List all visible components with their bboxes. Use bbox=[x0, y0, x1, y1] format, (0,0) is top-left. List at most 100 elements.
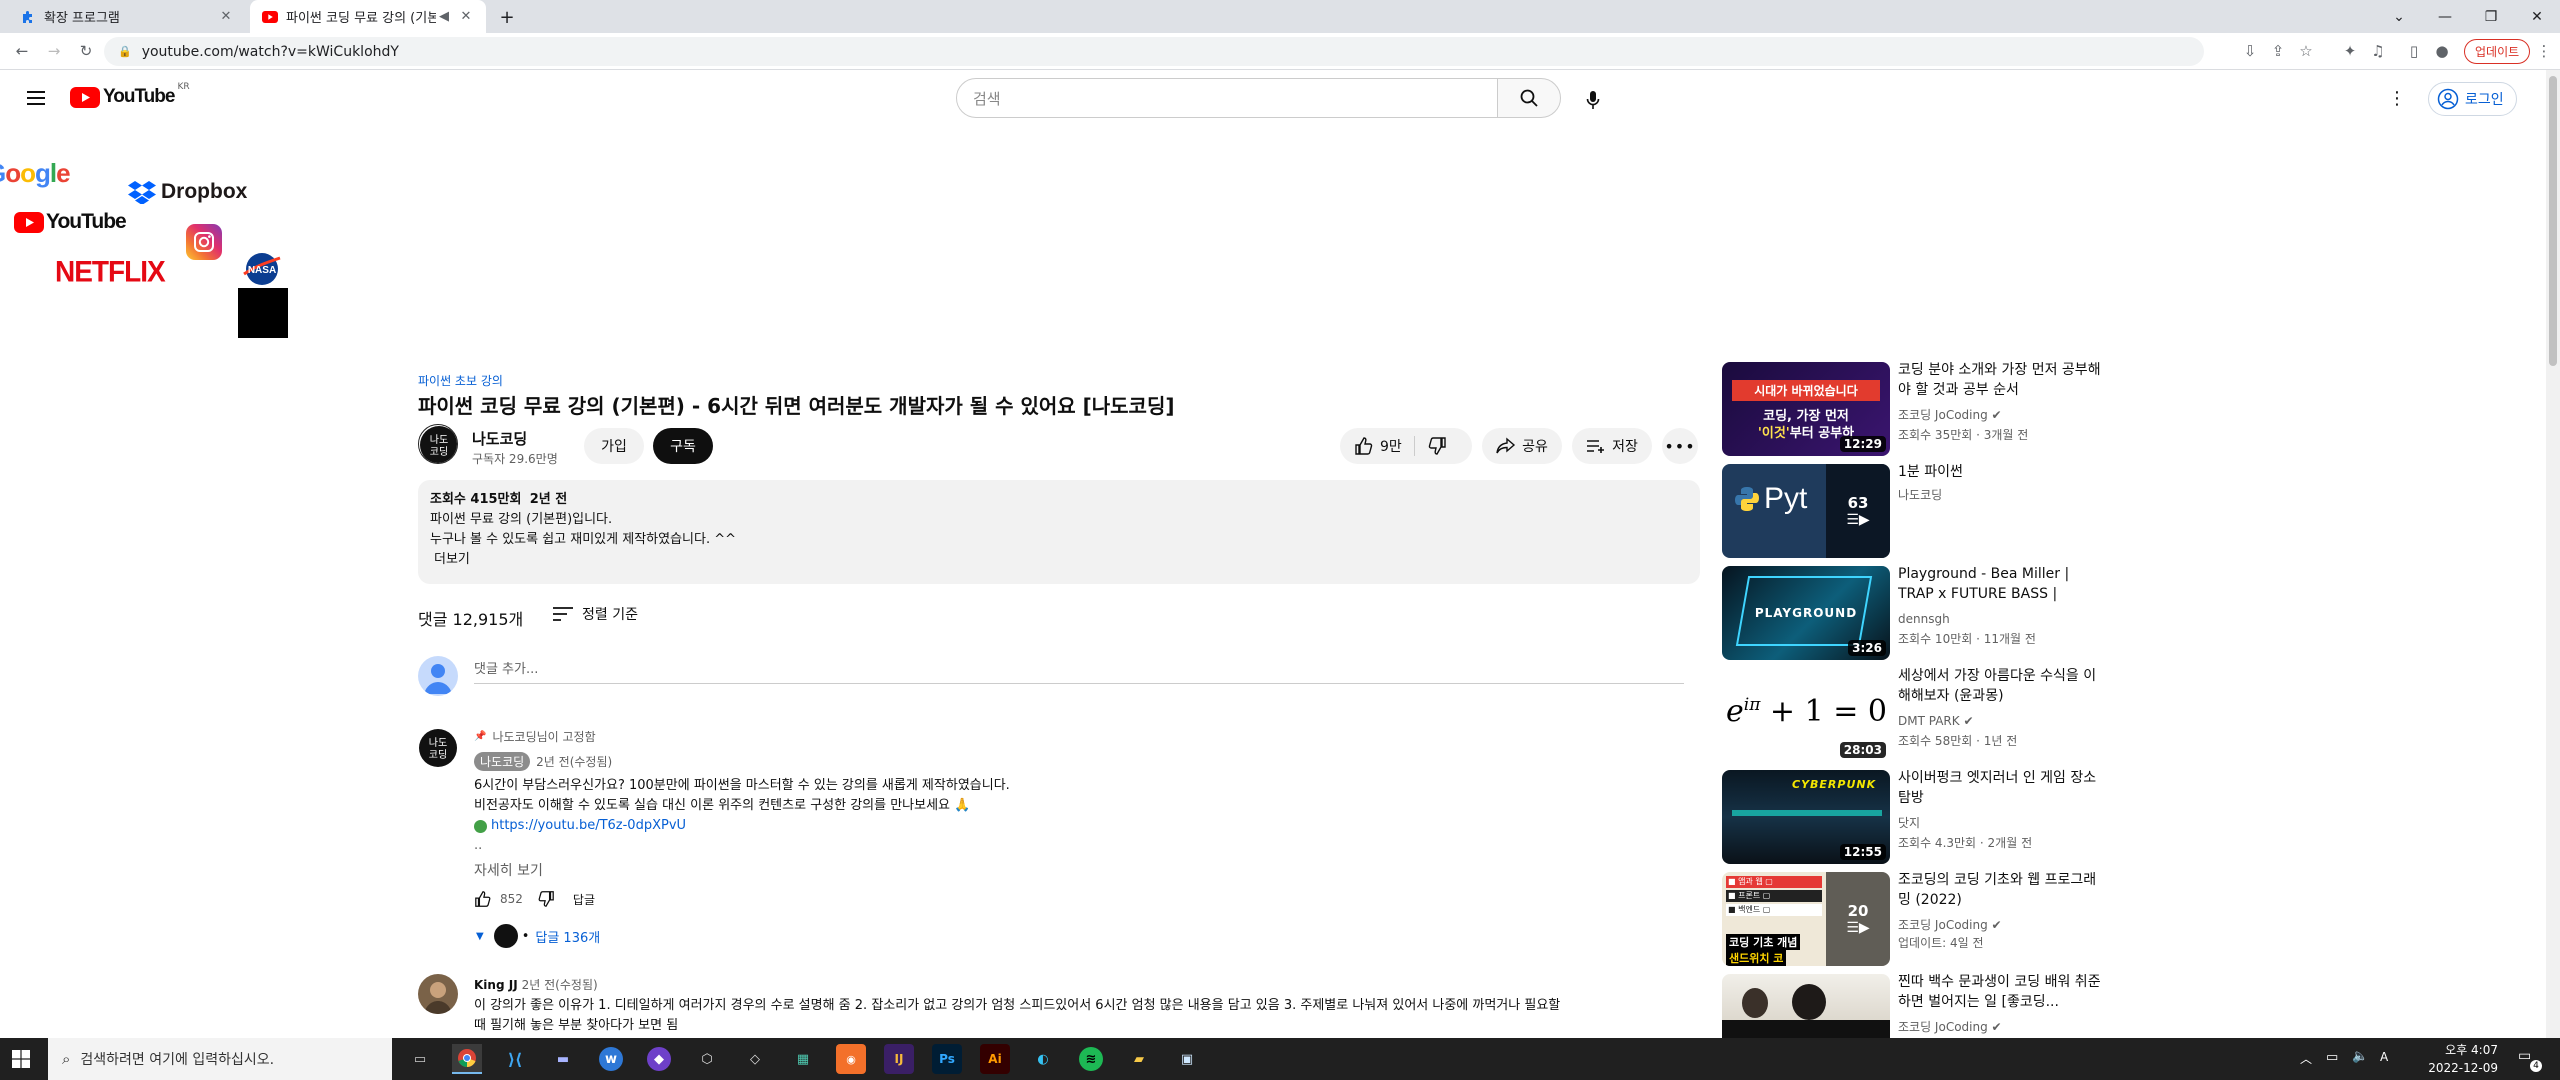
comment-author-badge[interactable]: 나도코딩 bbox=[474, 752, 531, 771]
install-icon[interactable]: ⇩ bbox=[2240, 41, 2260, 61]
close-icon[interactable]: ✕ bbox=[218, 9, 234, 25]
login-button[interactable]: 로그인 bbox=[2428, 82, 2517, 116]
like-button[interactable]: 9만 bbox=[1354, 436, 1415, 456]
task-view-icon[interactable]: ▭ bbox=[405, 1044, 435, 1074]
related-channel[interactable]: 조코딩 JoCoding ✔ bbox=[1898, 916, 2002, 933]
add-comment-input[interactable]: 댓글 추가... bbox=[474, 658, 1684, 684]
reload-icon[interactable]: ↻ bbox=[76, 41, 96, 61]
network-icon[interactable]: ▭ bbox=[2326, 1050, 2338, 1065]
comment-author-avatar[interactable]: 나도 코딩 bbox=[418, 728, 458, 768]
voice-search-button[interactable] bbox=[1575, 82, 1611, 118]
comment-author[interactable]: King JJ bbox=[474, 978, 518, 992]
related-channel[interactable]: 조코딩 JoCoding ✔ bbox=[1898, 406, 2002, 423]
related-channel[interactable]: 나도코딩 bbox=[1898, 486, 1942, 503]
search-input[interactable]: 검색 bbox=[956, 78, 1498, 118]
show-more-button[interactable]: 더보기 bbox=[434, 550, 1688, 570]
search-button[interactable] bbox=[1497, 78, 1561, 118]
related-playlist-thumbnail[interactable]: ■ 앱과 웹 ▢ ■ 프론트 ▢ ■ 백엔드 ▢ 코딩 기초 개념 샌드위치 코… bbox=[1722, 872, 1890, 966]
more-actions-button[interactable]: ••• bbox=[1662, 428, 1698, 464]
update-button[interactable]: 업데이트 bbox=[2464, 39, 2531, 64]
subscribe-button[interactable]: 구독 bbox=[653, 428, 713, 464]
edge-icon[interactable]: ◐ bbox=[1028, 1044, 1058, 1074]
spotify-icon[interactable]: ≋ bbox=[1079, 1047, 1103, 1071]
app-window-icon[interactable]: ▣ bbox=[1172, 1044, 1202, 1074]
back-icon[interactable]: ← bbox=[12, 41, 32, 61]
minimize-icon[interactable]: — bbox=[2422, 0, 2468, 33]
read-more-button[interactable]: 자세히 보기 bbox=[474, 860, 543, 880]
related-channel[interactable]: 조코딩 JoCoding ✔ bbox=[1898, 1018, 2002, 1035]
settings-more-icon[interactable]: ⋮ bbox=[2388, 88, 2406, 109]
hamburger-menu-icon[interactable] bbox=[24, 86, 48, 110]
blender-like-icon[interactable]: ◉ bbox=[836, 1044, 866, 1074]
related-video-title[interactable]: 세상에서 가장 아름다운 수식을 이해해보자 (윤과몽) bbox=[1898, 666, 2108, 706]
media-control-icon[interactable]: ♫ bbox=[2368, 41, 2388, 61]
bookmark-star-icon[interactable]: ☆ bbox=[2296, 41, 2316, 61]
channel-name[interactable]: 나도코딩 bbox=[472, 428, 527, 449]
file-explorer-icon[interactable]: ▰ bbox=[1124, 1044, 1154, 1074]
chrome-icon[interactable] bbox=[452, 1044, 482, 1074]
video-hashtag[interactable]: 파이썬 초보 강의 bbox=[418, 372, 503, 389]
photoshop-icon[interactable]: Ps bbox=[932, 1044, 962, 1074]
vscode-icon[interactable]: ⟩⟨ bbox=[500, 1044, 530, 1074]
comment-link[interactable]: https://youtu.be/T6z-0dpXPvU bbox=[491, 816, 686, 836]
channel-avatar[interactable]: 나도 코딩 bbox=[418, 424, 458, 464]
comment-time[interactable]: 2년 전(수정됨) bbox=[522, 976, 598, 993]
related-video-thumbnail[interactable]: CYBERPUNK 12:55 bbox=[1722, 770, 1890, 864]
related-video-title[interactable]: 찐따 백수 문과생이 코딩 배워 취준하면 벌어지는 일 [좋코딩... bbox=[1898, 972, 2108, 1012]
app-grid-icon[interactable]: ▦ bbox=[788, 1044, 818, 1074]
illustrator-icon[interactable]: Ai bbox=[980, 1044, 1010, 1074]
comment-time[interactable]: 2년 전(수정됨) bbox=[536, 753, 612, 770]
scrollbar-thumb[interactable] bbox=[2549, 76, 2557, 366]
restore-icon[interactable]: ❐ bbox=[2468, 0, 2514, 33]
comment-author-avatar[interactable] bbox=[418, 974, 458, 1014]
side-panel-icon[interactable]: ▯ bbox=[2404, 41, 2424, 61]
app-w-icon[interactable]: w bbox=[599, 1047, 623, 1071]
unity-icon[interactable]: ◇ bbox=[740, 1044, 770, 1074]
related-video-title[interactable]: 사이버펑크 엣지러너 인 게임 장소 탐방 bbox=[1898, 768, 2108, 808]
share-page-icon[interactable]: ⇪ bbox=[2268, 41, 2288, 61]
related-playlist-thumbnail[interactable]: Pyt 63 ☰▶ bbox=[1722, 464, 1890, 558]
address-bar[interactable]: 🔒 youtube.com/watch?v=kWiCuklohdY bbox=[104, 37, 2204, 66]
profile-icon[interactable]: ● bbox=[2432, 41, 2452, 61]
discord-like-icon[interactable]: ▬ bbox=[548, 1044, 578, 1074]
related-video-title[interactable]: Playground - Bea Miller | TRAP x FUTURE … bbox=[1898, 564, 2108, 604]
dislike-button[interactable] bbox=[1427, 436, 1447, 456]
comment-like-button[interactable] bbox=[474, 890, 492, 908]
related-video-thumbnail[interactable]: PLAYGROUND 3:26 bbox=[1722, 566, 1890, 660]
close-icon[interactable]: ✕ bbox=[458, 9, 474, 25]
taskbar-clock[interactable]: 오후 4:07 2022-12-09 bbox=[2418, 1041, 2498, 1077]
tab-youtube-video[interactable]: 파이썬 코딩 무료 강의 (기본 ◀ ✕ bbox=[250, 0, 486, 33]
windows-start-icon[interactable] bbox=[12, 1050, 30, 1068]
tab-search-icon[interactable]: ⌄ bbox=[2376, 0, 2422, 33]
window-close-icon[interactable]: ✕ bbox=[2514, 0, 2560, 33]
related-channel[interactable]: dennsgh bbox=[1898, 612, 1950, 626]
forward-icon[interactable]: → bbox=[44, 41, 64, 61]
related-video-title[interactable]: 코딩 분야 소개와 가장 먼저 공부해야 할 것과 공부 순서 bbox=[1898, 360, 2108, 400]
speaker-icon[interactable]: ◀ bbox=[436, 9, 452, 25]
related-channel[interactable]: 닷지 bbox=[1898, 814, 1920, 831]
notification-icon[interactable]: ▭ 4 bbox=[2518, 1048, 2542, 1072]
youtube-logo[interactable]: YouTube KR bbox=[70, 82, 190, 108]
related-channel[interactable]: DMT PARK ✔ bbox=[1898, 714, 1974, 728]
related-video-title[interactable]: 조코딩의 코딩 기초와 웹 프로그래밍 (2022) bbox=[1898, 870, 2108, 910]
related-video-thumbnail[interactable] bbox=[1722, 974, 1890, 1038]
tray-chevron-icon[interactable]: ︿ bbox=[2300, 1050, 2312, 1067]
new-tab-icon[interactable]: + bbox=[496, 6, 518, 28]
app-cube-icon[interactable]: ⬡ bbox=[692, 1044, 722, 1074]
github-desktop-icon[interactable]: ◆ bbox=[647, 1047, 671, 1071]
save-button[interactable]: 저장 bbox=[1572, 428, 1652, 464]
join-button[interactable]: 가입 bbox=[584, 428, 644, 464]
volume-icon[interactable]: 🔈 bbox=[2352, 1049, 2368, 1064]
video-description[interactable]: 조회수 415만회 2년 전 파이썬 무료 강의 (기본편)입니다. 누구나 볼… bbox=[418, 480, 1700, 584]
browser-menu-icon[interactable]: ⋮ bbox=[2534, 41, 2554, 61]
sort-button[interactable]: 정렬 기준 bbox=[552, 604, 638, 624]
related-video-title[interactable]: 1분 파이썬 bbox=[1898, 462, 2108, 482]
comment-dislike-button[interactable] bbox=[537, 890, 555, 908]
related-video-thumbnail[interactable]: eiπ + 1 = 0 28:03 bbox=[1722, 668, 1890, 762]
extensions-icon[interactable]: ✦ bbox=[2340, 41, 2360, 61]
ime-icon[interactable]: A bbox=[2380, 1050, 2388, 1064]
intellij-icon[interactable]: IJ bbox=[884, 1044, 914, 1074]
share-button[interactable]: 공유 bbox=[1482, 428, 1562, 464]
reply-button[interactable]: 답글 bbox=[573, 891, 595, 908]
tab-extensions[interactable]: 확장 프로그램 ✕ bbox=[8, 0, 246, 33]
